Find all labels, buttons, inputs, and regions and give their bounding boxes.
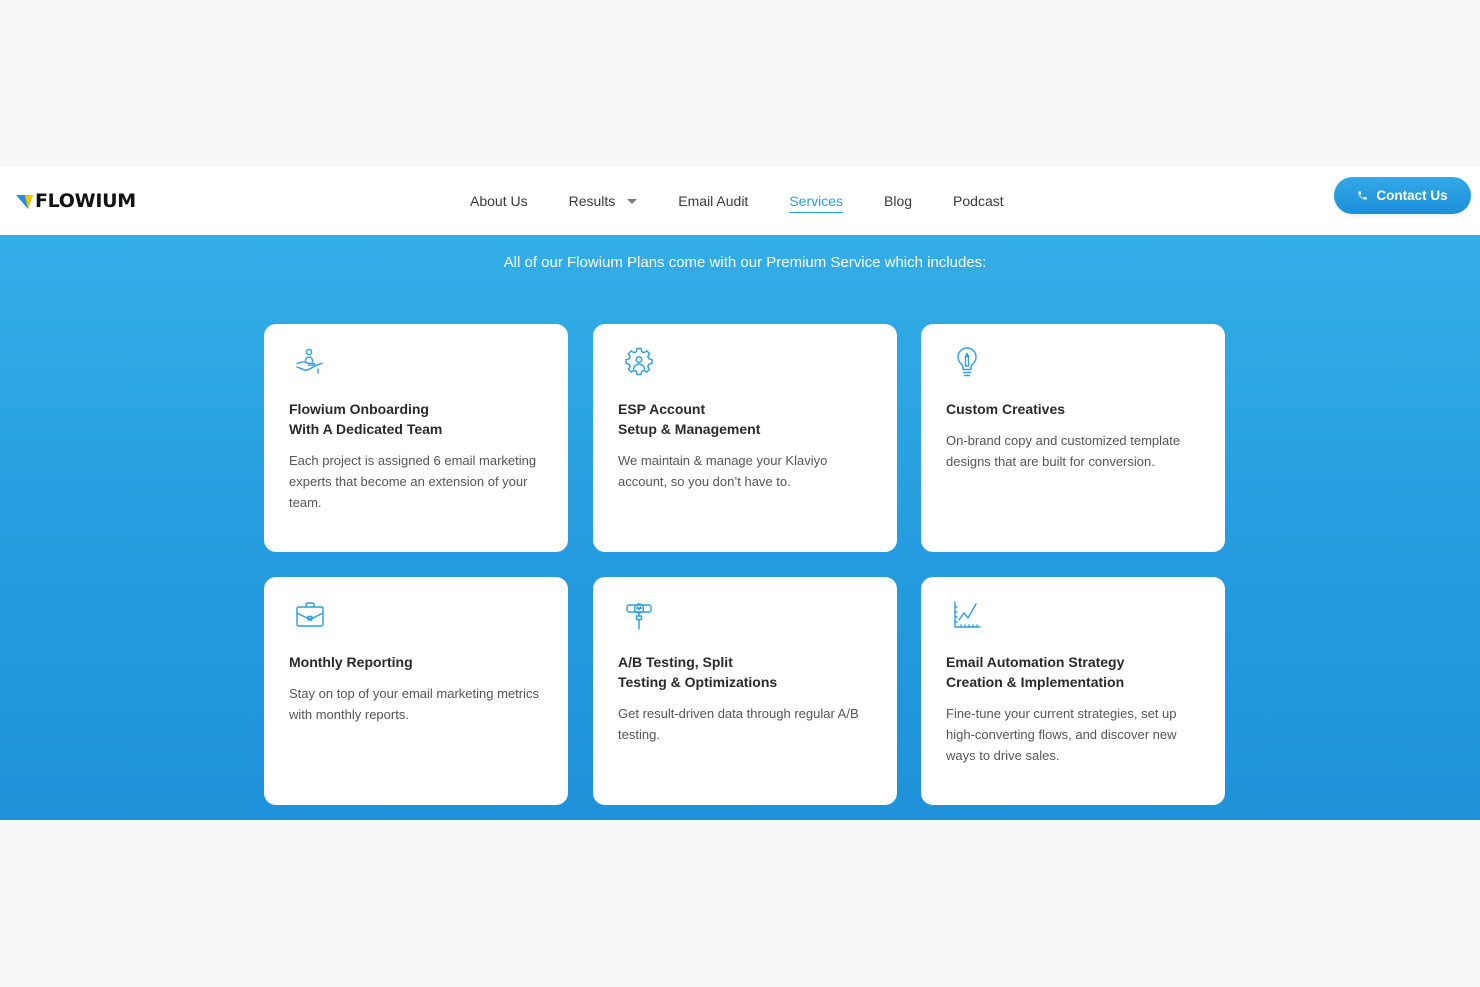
card-description: We maintain & manage your Klaviyo accoun… <box>618 450 875 492</box>
nav-results[interactable]: Results <box>569 193 638 209</box>
card-title-line1: Custom Creatives <box>946 399 1205 419</box>
card-title-line1: Monthly Reporting <box>289 652 548 672</box>
card-title-line1: Email Automation Strategy <box>946 652 1205 672</box>
card-title-line2: Creation & Implementation <box>946 672 1205 692</box>
card-title-line1: Flowium Onboarding <box>289 399 548 419</box>
card-title: A/B Testing, Split Testing & Optimizatio… <box>618 652 877 692</box>
card-description: Stay on top of your email marketing metr… <box>289 683 546 725</box>
nav-services[interactable]: Services <box>789 193 843 209</box>
card-title-line2: With A Dedicated Team <box>289 419 548 439</box>
line-chart-icon <box>951 599 983 631</box>
service-card-custom-creatives: Custom Creatives On-brand copy and custo… <box>921 324 1225 552</box>
card-title-line1: ESP Account <box>618 399 877 419</box>
card-description: On-brand copy and customized template de… <box>946 430 1203 472</box>
briefcase-icon <box>294 599 326 631</box>
card-title: Email Automation Strategy Creation & Imp… <box>946 652 1205 692</box>
main-nav: About Us Results Email Audit Services Bl… <box>470 167 1045 235</box>
chevron-down-icon <box>627 199 637 204</box>
section-intro: All of our Flowium Plans come with our P… <box>0 254 1480 271</box>
service-card-monthly-reporting: Monthly Reporting Stay on top of your em… <box>264 577 568 805</box>
logo-text: FLOWIUM <box>35 190 136 212</box>
gear-person-icon <box>623 346 655 378</box>
nav-about-us[interactable]: About Us <box>470 193 528 209</box>
card-description: Each project is assigned 6 email marketi… <box>289 450 546 513</box>
nav-email-audit-label: Email Audit <box>678 193 748 209</box>
service-card-ab-testing: A/B Testing, Split Testing & Optimizatio… <box>593 577 897 805</box>
card-title: Custom Creatives <box>946 399 1205 419</box>
hand-person-icon <box>294 346 326 378</box>
testing-icon <box>623 599 655 631</box>
nav-about-us-label: About Us <box>470 193 528 209</box>
card-title-line2: Testing & Optimizations <box>618 672 877 692</box>
contact-us-label: Contact Us <box>1376 188 1447 203</box>
card-title: Flowium Onboarding With A Dedicated Team <box>289 399 548 439</box>
services-section: All of our Flowium Plans come with our P… <box>0 235 1480 820</box>
card-title: ESP Account Setup & Management <box>618 399 877 439</box>
service-card-email-automation: Email Automation Strategy Creation & Imp… <box>921 577 1225 805</box>
service-card-esp-account: ESP Account Setup & Management We mainta… <box>593 324 897 552</box>
flowium-logo[interactable]: FLOWIUM <box>16 189 136 213</box>
nav-services-label: Services <box>789 193 843 209</box>
nav-email-audit[interactable]: Email Audit <box>678 193 748 209</box>
nav-blog[interactable]: Blog <box>884 193 912 209</box>
card-title-line2: Setup & Management <box>618 419 877 439</box>
phone-icon <box>1357 190 1368 201</box>
nav-blog-label: Blog <box>884 193 912 209</box>
nav-podcast-label: Podcast <box>953 193 1004 209</box>
card-description: Get result-driven data through regular A… <box>618 703 875 745</box>
site-header: FLOWIUM About Us Results Email Audit Ser… <box>0 167 1480 235</box>
nav-podcast[interactable]: Podcast <box>953 193 1004 209</box>
card-title: Monthly Reporting <box>289 652 548 672</box>
service-card-onboarding: Flowium Onboarding With A Dedicated Team… <box>264 324 568 552</box>
card-title-line1: A/B Testing, Split <box>618 652 877 672</box>
nav-results-label: Results <box>569 193 616 209</box>
contact-us-button[interactable]: Contact Us <box>1334 177 1471 214</box>
lightbulb-pencil-icon <box>951 346 983 378</box>
card-description: Fine-tune your current strategies, set u… <box>946 703 1203 766</box>
logo-mark-icon <box>16 192 34 210</box>
